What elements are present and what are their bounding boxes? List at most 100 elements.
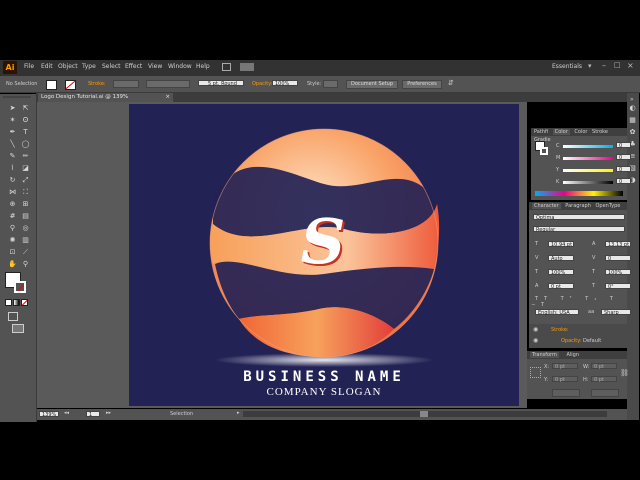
appearance-opacity-label[interactable]: Opacity: bbox=[561, 338, 582, 344]
shape-builder-tool-icon[interactable]: ⊕ bbox=[8, 200, 17, 209]
language-select[interactable]: English: USA bbox=[535, 309, 579, 316]
mesh-tool-icon[interactable]: # bbox=[8, 212, 17, 221]
reference-point-icon[interactable] bbox=[530, 367, 541, 378]
direct-selection-tool-icon[interactable]: ⇱ bbox=[21, 104, 30, 113]
appearance-stroke-label[interactable]: Stroke: bbox=[551, 327, 569, 333]
color-panel-stroke-swatch[interactable] bbox=[540, 147, 548, 155]
antialias-select[interactable]: Sharp bbox=[601, 309, 631, 316]
symbol-sprayer-tool-icon[interactable]: ✺ bbox=[8, 236, 17, 245]
document-tab[interactable]: Logo Design Tutorial.ai @ 139% (CMYK/Pre… bbox=[38, 93, 173, 109]
document-setup-button[interactable]: Document Setup bbox=[346, 80, 398, 89]
ellipse-tool-icon[interactable]: ◯ bbox=[21, 140, 30, 149]
column-graph-tool-icon[interactable]: ▥ bbox=[21, 236, 30, 245]
tab-color-guide[interactable]: Color bbox=[574, 129, 587, 135]
cyan-field[interactable]: 0 bbox=[616, 142, 631, 149]
menu-select[interactable]: Select bbox=[102, 63, 121, 70]
selection-tool-icon[interactable]: ➤ bbox=[8, 104, 17, 113]
tracking-field[interactable]: 0 bbox=[605, 255, 631, 262]
close-icon[interactable]: × bbox=[627, 61, 634, 70]
menu-type[interactable]: Type bbox=[82, 63, 96, 70]
stroke-weight-field[interactable] bbox=[113, 80, 139, 88]
color-dock-icon[interactable]: ◐ bbox=[628, 104, 637, 113]
y-field[interactable]: 0 pt bbox=[552, 376, 578, 383]
yellow-slider[interactable] bbox=[563, 169, 613, 172]
constrain-proportions-icon[interactable]: ⛓ bbox=[620, 369, 629, 377]
height-field[interactable]: 0 pt bbox=[591, 376, 617, 383]
x-field[interactable]: 0 pt bbox=[552, 363, 578, 370]
paintbrush-tool-icon[interactable]: ✎ bbox=[8, 152, 17, 161]
magenta-slider[interactable] bbox=[563, 157, 613, 160]
artboard-tool-icon[interactable]: ⊡ bbox=[8, 248, 17, 257]
blend-tool-icon[interactable]: ◎ bbox=[21, 224, 30, 233]
lasso-tool-icon[interactable]: ʘ bbox=[21, 116, 30, 125]
tab-opentype[interactable]: OpenType bbox=[596, 203, 621, 209]
black-slider[interactable] bbox=[563, 181, 613, 184]
vertical-scale-field[interactable]: 100% bbox=[548, 269, 574, 276]
brushes-dock-icon[interactable]: ✿ bbox=[628, 128, 637, 137]
blob-brush-tool-icon[interactable]: ⌇ bbox=[8, 164, 17, 173]
variable-width-profile[interactable] bbox=[146, 80, 190, 88]
horizontal-scale-field[interactable]: 100% bbox=[605, 269, 631, 276]
text-style-buttons[interactable]: TT Tᵀ T₁ T ̶T bbox=[535, 296, 625, 308]
black-field[interactable]: 0 bbox=[616, 178, 631, 185]
tab-transform[interactable]: Transform bbox=[530, 352, 559, 358]
pen-tool-icon[interactable]: ✒ bbox=[8, 128, 17, 137]
menu-file[interactable]: File bbox=[24, 63, 34, 70]
zoom-field[interactable]: 139% bbox=[39, 411, 59, 418]
eyedropper-tool-icon[interactable]: ⚲ bbox=[8, 224, 17, 233]
swatches-dock-icon[interactable]: ▦ bbox=[628, 116, 637, 125]
previous-artboard-icon[interactable]: ◂◂ bbox=[64, 410, 69, 416]
visibility-eye-icon[interactable]: ◉ bbox=[533, 326, 538, 333]
hand-tool-icon[interactable]: ✋ bbox=[8, 260, 17, 269]
yellow-field[interactable]: 0 bbox=[616, 166, 631, 173]
menu-effect[interactable]: Effect bbox=[125, 63, 142, 70]
menu-help[interactable]: Help bbox=[196, 63, 210, 70]
leading-field[interactable]: 13.13 pt bbox=[605, 241, 631, 248]
workspace-switcher[interactable]: Essentials bbox=[552, 63, 582, 70]
width-tool-icon[interactable]: ⋈ bbox=[8, 188, 17, 197]
opacity-label[interactable]: Opacity: bbox=[252, 81, 273, 87]
eraser-tool-icon[interactable]: ◪ bbox=[21, 164, 30, 173]
tab-stroke[interactable]: Stroke bbox=[592, 129, 608, 135]
type-tool-icon[interactable]: T bbox=[21, 128, 30, 137]
width-field[interactable]: 0 pt bbox=[591, 363, 617, 370]
tab-color[interactable]: Color bbox=[552, 129, 570, 135]
opacity-field[interactable]: 100% bbox=[272, 80, 298, 87]
style-select[interactable] bbox=[323, 80, 338, 88]
maximize-icon[interactable]: □ bbox=[614, 61, 621, 69]
bridge-icon[interactable] bbox=[222, 63, 231, 71]
gradient-tool-icon[interactable]: ▤ bbox=[21, 212, 30, 221]
menu-view[interactable]: View bbox=[148, 63, 162, 70]
artboard-number-field[interactable]: 1 bbox=[86, 411, 100, 418]
tab-pathfinder[interactable]: Pathfi bbox=[534, 129, 548, 135]
gradient-mode-icon[interactable] bbox=[13, 299, 20, 306]
line-segment-tool-icon[interactable]: ╲ bbox=[8, 140, 17, 149]
shear-field[interactable] bbox=[591, 389, 619, 397]
brush-definition-select[interactable]: 5 pt. Round bbox=[198, 80, 244, 87]
perspective-grid-tool-icon[interactable]: ⊞ bbox=[21, 200, 30, 209]
stroke-label[interactable]: Stroke: bbox=[88, 81, 106, 87]
none-mode-icon[interactable] bbox=[21, 299, 28, 306]
menu-edit[interactable]: Edit bbox=[41, 63, 53, 70]
menu-object[interactable]: Object bbox=[58, 63, 78, 70]
collapse-dock-icon[interactable]: » bbox=[630, 96, 634, 103]
tab-paragraph[interactable]: Paragraph bbox=[565, 203, 591, 209]
tools-panel-grip[interactable] bbox=[3, 96, 31, 98]
rotate-field[interactable] bbox=[552, 389, 580, 397]
cyan-slider[interactable] bbox=[563, 145, 613, 148]
visibility-eye-icon-2[interactable]: ◉ bbox=[533, 337, 538, 344]
stroke-swatch[interactable] bbox=[65, 80, 76, 90]
font-size-field[interactable]: 10.94 pt bbox=[548, 241, 574, 248]
baseline-shift-field[interactable]: 0 pt bbox=[548, 283, 574, 290]
kerning-field[interactable]: Auto bbox=[548, 255, 574, 262]
scale-tool-icon[interactable]: ⤢ bbox=[21, 176, 30, 185]
tab-character[interactable]: Character bbox=[532, 203, 561, 209]
zoom-tool-icon[interactable]: ⚲ bbox=[21, 260, 30, 269]
workspace-chevron-icon[interactable]: ▾ bbox=[588, 62, 592, 70]
arrange-icon[interactable]: ⇵ bbox=[448, 79, 454, 87]
close-tab-icon[interactable]: × bbox=[165, 93, 170, 102]
status-menu-icon[interactable]: ▸ bbox=[237, 410, 240, 416]
menu-window[interactable]: Window bbox=[168, 63, 192, 70]
draw-mode-icon[interactable] bbox=[8, 312, 18, 321]
screen-mode-icon[interactable] bbox=[12, 324, 24, 333]
